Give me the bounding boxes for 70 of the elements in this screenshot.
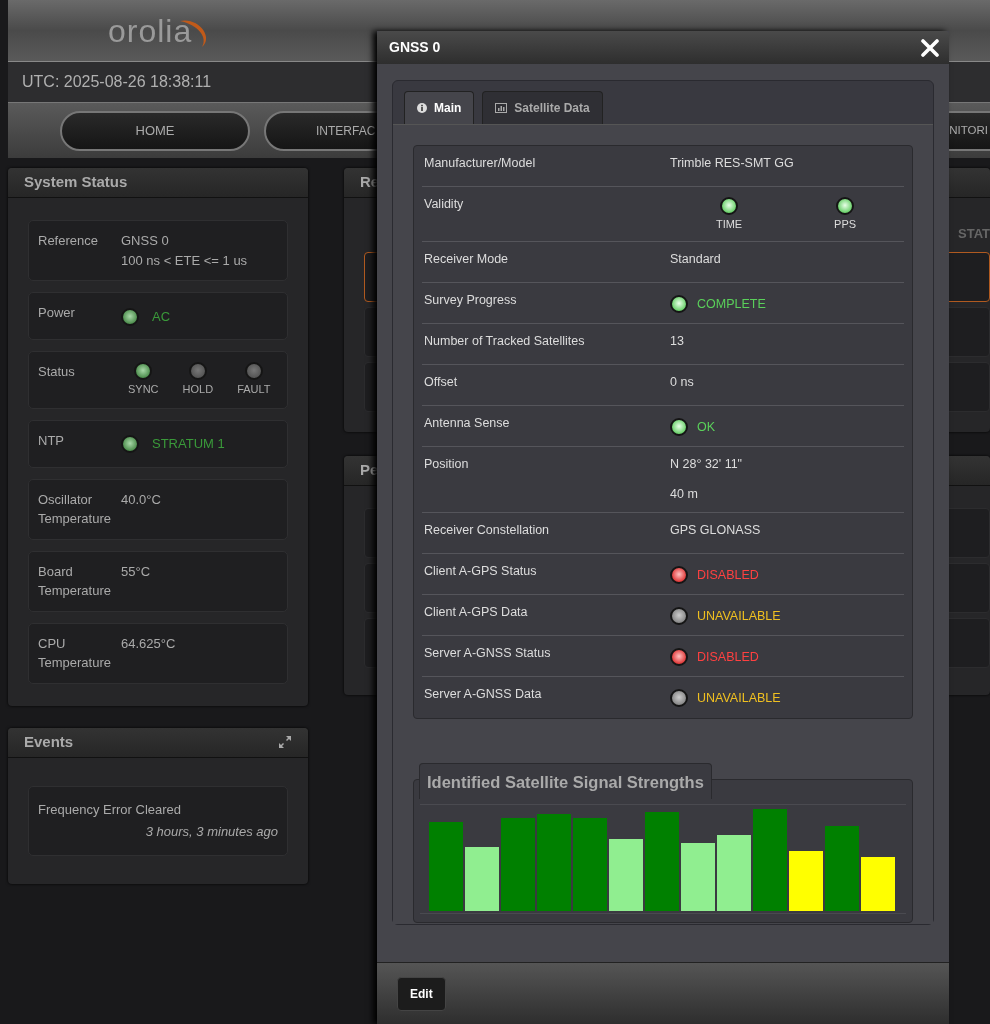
row-value: 55°C [121,562,152,581]
edit-button[interactable]: Edit [397,976,446,1011]
row-value: 64.625°C [121,634,177,653]
row-label: Position [424,455,470,473]
row-label: Receiver Constellation [424,522,551,539]
close-icon[interactable] [921,38,939,57]
row-value: 40.0°C [121,490,162,509]
row-label: Client A-GPS Status [424,563,538,580]
row-label: Manufacturer/Model [424,155,537,172]
row-value: GNSS 0 [121,232,170,250]
column-header: STAT [958,225,990,243]
tab[interactable]: Satellite Data [482,91,603,124]
status-text: UNAVAILABLE [697,690,781,707]
event-time: 3 hours, 3 minutes ago [144,823,278,842]
status-led [670,689,688,708]
status-led [670,607,688,626]
row-value: AC [152,307,171,326]
led-label: HOLD [182,382,214,397]
dialog-title: GNSS 0 [389,38,441,57]
panel-title: System Status [24,172,128,193]
led-label: TIME [715,217,743,232]
nav-button[interactable]: HOME [60,110,250,151]
row-value: Trimble RES-SMT GG [670,155,795,172]
row-label: Server A-GNSS Status [424,645,552,662]
row-label: Number of Tracked Satellites [424,332,586,350]
row-value: N 28° 32' 11" [670,455,744,473]
chart-title: Identified Satellite Signal Strengths [419,763,712,799]
row-value: 13 [670,332,685,350]
row-value: 40 m [670,486,699,504]
row-label: Reference [38,232,99,250]
status-text: UNAVAILABLE [697,608,781,625]
status-text: COMPLETE [697,295,766,313]
row-label: Receiver Mode [424,250,510,268]
info-icon [417,103,427,113]
chart-icon [495,103,508,113]
clock-text: UTC: 2025-08-26 18:38:11 [22,72,212,92]
row-label: Board Temperature [38,562,112,600]
row-label: Validity [424,196,465,213]
status-led [670,417,688,436]
panel-title: Re [360,172,380,193]
status-led [670,566,688,585]
row-label: Power [38,304,76,322]
tab[interactable]: Main [404,91,475,124]
led-label: FAULT [237,382,271,397]
led-label: SYNC [128,382,159,397]
status-text: DISABLED [697,649,759,666]
row-label: Offset [424,373,459,391]
event-text: Frequency Error Cleared [38,800,183,819]
row-value: GPS GLONASS [670,522,762,539]
row-label: Client A-GPS Data [424,604,529,621]
row-value: STRATUM 1 [152,435,225,454]
panel-title: Pe [360,460,379,481]
status-led [670,294,688,313]
row-label: Oscillator Temperature [38,490,112,528]
panel-title: Events [24,731,74,752]
status-text: DISABLED [697,567,759,584]
row-value: 100 ns < ETE <= 1 us [121,251,249,270]
expand-icon[interactable] [278,735,292,749]
row-value: 0 ns [670,373,695,391]
row-label: Antenna Sense [424,414,511,432]
status-led [670,648,688,667]
status-text: OK [697,418,716,436]
row-label: CPU Temperature [38,634,112,672]
row-value: Standard [670,250,722,268]
led-label: PPS [834,217,857,232]
row-label: Survey Progress [424,291,518,309]
row-label: Status [38,363,76,381]
logo: orolia [108,14,193,47]
row-label: NTP [38,431,65,450]
row-label: Server A-GNSS Data [424,686,543,703]
